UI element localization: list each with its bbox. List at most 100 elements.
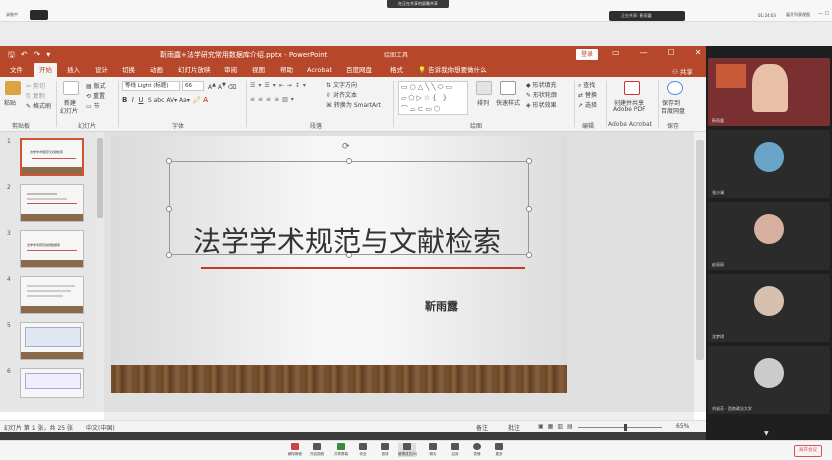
- zoom-slider[interactable]: [578, 427, 662, 428]
- view-toggle[interactable]: 展开列表视图: [786, 12, 810, 18]
- shape-effects-button[interactable]: ◈ 形状效果: [526, 100, 557, 109]
- font-size-select[interactable]: 66: [182, 81, 204, 91]
- tab-view[interactable]: 视图: [252, 63, 265, 77]
- meeting-title-pill[interactable]: 在正在共享的屏幕共享: [387, 0, 449, 8]
- paste-label[interactable]: 粘贴: [4, 98, 16, 107]
- slide-thumbnail-5[interactable]: [20, 322, 84, 360]
- replace-button[interactable]: ⇄ 替换: [578, 90, 597, 99]
- new-slide-label2[interactable]: 幻灯片: [60, 106, 78, 115]
- meeting-mini-toolbar[interactable]: [30, 10, 48, 20]
- arrange-label[interactable]: 排列: [477, 98, 489, 107]
- view-mode-buttons[interactable]: ▣▦▥▤: [538, 423, 577, 430]
- share-button[interactable]: ⚇ 共享: [672, 66, 693, 76]
- canvas-scrollbar[interactable]: [694, 132, 706, 412]
- shape-fill-button[interactable]: ◆ 形状填充: [526, 80, 557, 89]
- resize-handle[interactable]: [526, 206, 532, 212]
- share-screen-button[interactable]: 共享屏幕: [332, 443, 350, 457]
- tab-file[interactable]: 文件: [10, 63, 23, 77]
- resize-handle[interactable]: [346, 158, 352, 164]
- zoom-slider-handle[interactable]: [624, 424, 627, 431]
- tab-home[interactable]: 开始: [34, 63, 57, 77]
- notes-button[interactable]: 备注: [476, 423, 488, 432]
- rotate-handle-icon[interactable]: ⟳: [342, 142, 350, 152]
- tab-slideshow[interactable]: 幻灯片放映: [178, 63, 211, 77]
- resize-handle[interactable]: [526, 158, 532, 164]
- tab-design[interactable]: 设计: [95, 63, 108, 77]
- security-button[interactable]: 安全: [354, 443, 372, 457]
- slide-thumbnail-3[interactable]: 法学学术研究常用数据库: [20, 230, 84, 268]
- tab-insert[interactable]: 插入: [67, 63, 80, 77]
- quick-styles-label[interactable]: 快速样式: [496, 98, 520, 107]
- list-buttons[interactable]: ☰▾☰▾⇤⇥↕▾: [250, 82, 309, 89]
- tab-review[interactable]: 审阅: [224, 63, 237, 77]
- pdf-icon[interactable]: [624, 81, 640, 95]
- text-direction-button[interactable]: ⇅ 文字方向: [326, 80, 357, 89]
- quick-access-toolbar[interactable]: 🖫↶↷▾: [8, 49, 56, 63]
- sharer-indicator[interactable]: 正在共享: 靳雨露: [609, 11, 685, 21]
- participant-video-1[interactable]: 靳雨露: [708, 58, 830, 126]
- shapes-gallery[interactable]: ▭○△╲╲⬭▭ ▱⬠▷☆{ } ⌒⌓⊂▭⬡: [398, 81, 468, 115]
- login-button[interactable]: 登录: [576, 49, 598, 60]
- cut-button[interactable]: ✂ 剪切: [26, 81, 45, 90]
- window-controls[interactable]: — ☐: [818, 11, 829, 17]
- participant-tile-5[interactable]: 刘淑芳 · 西南政法大学: [708, 346, 830, 414]
- slide-thumbnail-6[interactable]: [20, 368, 84, 398]
- mic-button[interactable]: 解除静音: [286, 443, 304, 457]
- tell-me-search[interactable]: 💡 告诉我你想要做什么: [418, 63, 487, 77]
- format-painter-button[interactable]: ✎ 格式刷: [26, 101, 51, 110]
- section-button[interactable]: ▭ 节: [86, 101, 100, 110]
- invite-button[interactable]: 邀请: [376, 443, 394, 457]
- quick-styles-icon[interactable]: [500, 81, 516, 95]
- reset-button[interactable]: ⟲ 重置: [86, 91, 105, 100]
- font-name-select[interactable]: 等线 Light (标题): [122, 81, 180, 91]
- slide-thumbnail-2[interactable]: [20, 184, 84, 222]
- scrollbar-thumb[interactable]: [97, 138, 103, 218]
- arrange-icon[interactable]: [476, 81, 492, 95]
- tab-animations[interactable]: 动画: [150, 63, 163, 77]
- participant-tile-2[interactable]: 张沙澜: [708, 130, 830, 198]
- paste-icon[interactable]: [5, 81, 21, 95]
- more-button[interactable]: 更多: [490, 443, 508, 457]
- participant-tile-4[interactable]: 沈梦琪: [708, 274, 830, 342]
- emoji-button[interactable]: 表情: [468, 443, 486, 457]
- layout-button[interactable]: ▤ 版式: [86, 81, 106, 90]
- font-size-adjust[interactable]: A▲ A▼ ⌫: [208, 82, 236, 91]
- font-style-buttons[interactable]: B I U S abc AV▾ Aa▾ 🖍 A: [122, 96, 208, 104]
- select-button[interactable]: ➚ 选择: [578, 100, 597, 109]
- create-pdf-label2[interactable]: Adobe PDF: [613, 106, 646, 113]
- comments-button[interactable]: 批注: [508, 423, 520, 432]
- canvas-horizontal-scrollbar[interactable]: [104, 412, 694, 420]
- leave-meeting-button[interactable]: 离开会议: [794, 445, 822, 457]
- resize-handle[interactable]: [526, 252, 532, 258]
- video-button[interactable]: 开启视频: [308, 443, 326, 457]
- scrollbar-thumb[interactable]: [696, 140, 704, 360]
- participant-tile-3[interactable]: 赵丽丽: [708, 202, 830, 270]
- slide-title[interactable]: 法学学术规范与文献检索: [169, 222, 525, 262]
- thumbnail-scrollbar[interactable]: [96, 132, 104, 412]
- resize-handle[interactable]: [166, 158, 172, 164]
- tab-baidu[interactable]: 百度网盘: [346, 63, 372, 77]
- language-indicator[interactable]: 中文(中国): [86, 423, 115, 432]
- chevron-down-icon[interactable]: ▼: [764, 430, 769, 437]
- copy-button[interactable]: ⎘ 复制: [26, 91, 45, 101]
- slide-thumbnail-4[interactable]: [20, 276, 84, 314]
- zoom-level[interactable]: 65%: [676, 423, 689, 430]
- tab-acrobat[interactable]: Acrobat: [307, 63, 332, 77]
- smartart-button[interactable]: ⌘ 转换为 SmartArt: [326, 100, 381, 109]
- slide-thumbnail-1[interactable]: 法学学术规范与文献检索: [20, 138, 84, 176]
- apps-button[interactable]: 应用: [446, 443, 464, 457]
- find-button[interactable]: ⌕ 查找: [578, 80, 595, 90]
- shape-outline-button[interactable]: ✎ 形状轮廓: [526, 90, 557, 99]
- cloud-icon[interactable]: [667, 81, 683, 95]
- align-text-button[interactable]: ⇳ 对齐文本: [326, 90, 357, 99]
- tab-format[interactable]: 格式: [390, 63, 403, 77]
- new-slide-icon[interactable]: [63, 81, 79, 95]
- save-baidu-label2[interactable]: 百度网盘: [661, 106, 685, 115]
- chat-button[interactable]: 聊天: [424, 443, 442, 457]
- align-buttons[interactable]: ≡≡≡≡▥▾: [250, 96, 297, 103]
- slide-author[interactable]: 靳雨露: [425, 298, 458, 314]
- tab-help[interactable]: 帮助: [280, 63, 293, 77]
- members-button[interactable]: 管理成员(6): [398, 443, 417, 457]
- tab-transitions[interactable]: 切换: [122, 63, 135, 77]
- resize-handle[interactable]: [166, 206, 172, 212]
